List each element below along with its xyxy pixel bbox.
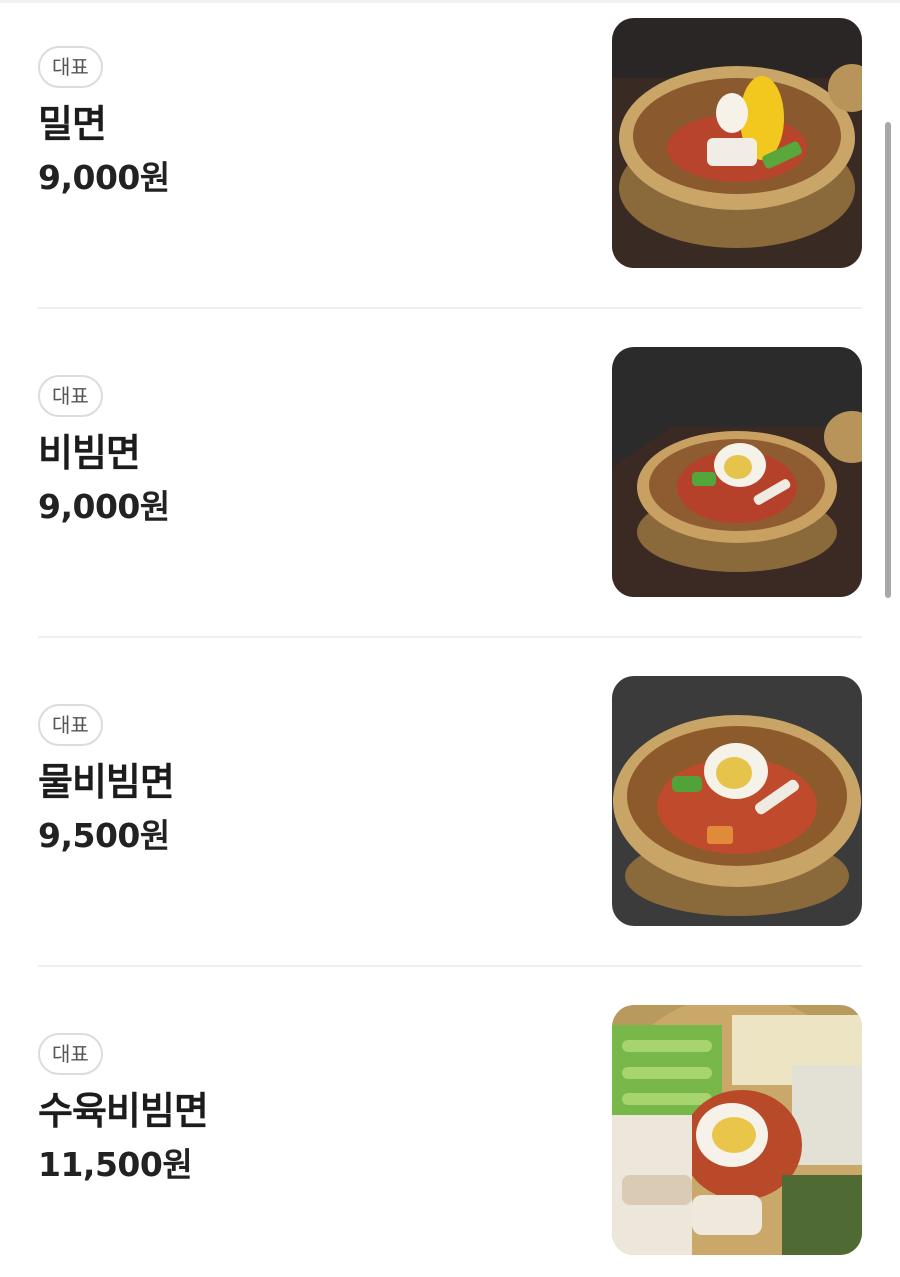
menu-item-name: 밀면 — [38, 102, 107, 146]
menu-item-info: 대표 비빔면 9,000원 — [38, 375, 578, 529]
menu-item-bibim-myeon[interactable]: 대표 비빔면 9,000원 — [38, 329, 862, 659]
bibim-myeon-photo-image — [612, 347, 862, 597]
mil-myeon-photo[interactable] — [612, 18, 862, 268]
signature-badge: 대표 — [38, 1033, 103, 1075]
scrollbar[interactable] — [885, 122, 891, 598]
menu-item-name: 수육비빔면 — [38, 1089, 209, 1133]
menu-item-price: 9,500원 — [38, 816, 170, 855]
signature-badge: 대표 — [38, 704, 103, 746]
menu-item-info: 대표 수육비빔면 11,500원 — [38, 1033, 578, 1187]
mil-myeon-photo-image — [612, 18, 862, 268]
menu-item-name: 물비빔면 — [38, 760, 175, 804]
suyuk-bibim-myeon-photo[interactable] — [612, 1005, 862, 1255]
menu-item-price: 11,500원 — [38, 1145, 193, 1184]
signature-badge: 대표 — [38, 375, 103, 417]
menu-item-suyuk-bibim-myeon[interactable]: 대표 수육비빔면 11,500원 — [38, 987, 862, 1277]
menu-item-info: 대표 물비빔면 9,500원 — [38, 704, 578, 858]
menu-item-mil-myeon[interactable]: 대표 밀면 9,000원 — [38, 0, 862, 330]
signature-badge: 대표 — [38, 46, 103, 88]
menu-item-mul-bibim-myeon[interactable]: 대표 물비빔면 9,500원 — [38, 658, 862, 988]
divider — [38, 965, 862, 967]
menu-item-price: 9,000원 — [38, 158, 170, 197]
menu-page: 대표 밀면 9,000원 대표 비빔면 9,000원 대표 물비빔면 9,500… — [0, 0, 900, 1277]
menu-item-info: 대표 밀면 9,000원 — [38, 46, 578, 200]
mul-bibim-myeon-photo-image — [612, 676, 862, 926]
divider — [38, 636, 862, 638]
mul-bibim-myeon-photo[interactable] — [612, 676, 862, 926]
menu-item-price: 9,000원 — [38, 487, 170, 526]
suyuk-bibim-myeon-photo-image — [612, 1005, 862, 1255]
bibim-myeon-photo[interactable] — [612, 347, 862, 597]
divider — [38, 307, 862, 309]
menu-item-name: 비빔면 — [38, 431, 141, 475]
